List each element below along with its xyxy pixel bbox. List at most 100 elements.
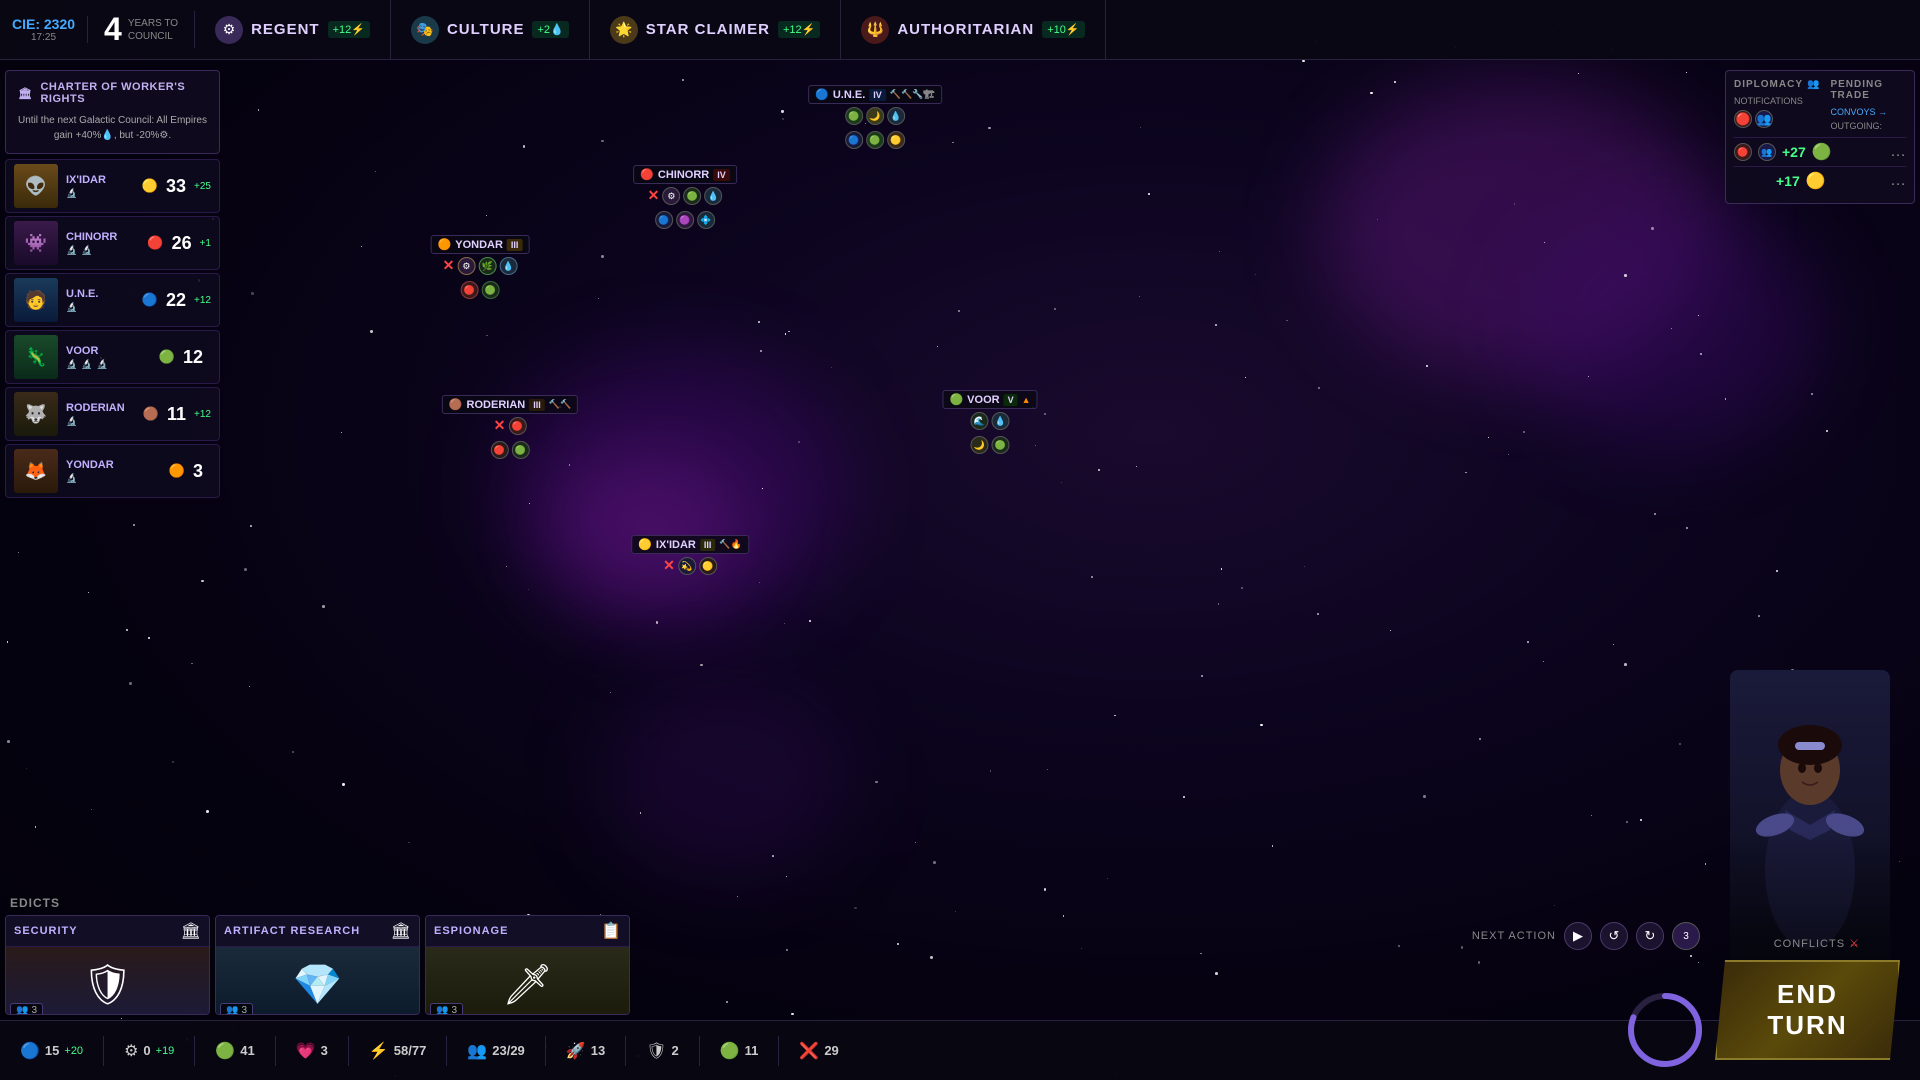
voor-map-label[interactable]: 🟢 VOOR V ▲ 🌊 💧 🌙 🟢 xyxy=(942,390,1037,454)
une-avatar: 🧑 xyxy=(14,278,58,322)
chinorr-map-label[interactable]: 🔴 CHINORR IV ✕ ⚙ 🟢 💧 🔵 🟣 💠 xyxy=(616,165,754,229)
trade-icon: 🟢 xyxy=(720,1041,740,1061)
espionage-img-icon: 🗡 xyxy=(502,961,553,1008)
pending-trade-title: PENDING TRADE xyxy=(1830,79,1906,101)
empire-row-roderian[interactable]: 🐺 RODERIAN 🔬 🟤 11 +12 xyxy=(5,387,220,441)
ixidar-score: 33 xyxy=(166,176,186,197)
security-title: SECURITY xyxy=(14,925,78,937)
next-action-bar: NEXT ACTION ▶ ↺ ↻ 3 xyxy=(1472,922,1700,950)
yondar-name: YONDAR xyxy=(66,459,161,471)
next-action-navigate-btn[interactable]: ▶ xyxy=(1564,922,1592,950)
artifact-title: ARTIFACT RESEARCH xyxy=(224,925,360,937)
stat-shields: 🛡 2 xyxy=(646,1041,679,1061)
stat-trade: 🟢 11 xyxy=(720,1041,759,1061)
yondar-score: 3 xyxy=(193,461,203,482)
espionage-card-header: ESPIONAGE 📋 xyxy=(426,916,629,947)
tab-authoritarian[interactable]: 🔱 AUTHORITARIAN +10⚡ xyxy=(841,0,1105,59)
pending-trade-link[interactable]: CONVOYS → xyxy=(1830,107,1906,117)
ixidar-sub: 🔬 xyxy=(66,188,134,199)
une-map-label[interactable]: 🔵 U.N.E. IV 🔨🔨🔧🏗 🟢 🌙 💧 🔵 🟢 🟡 xyxy=(808,85,942,149)
chinorr-map-name: CHINORR xyxy=(658,169,709,181)
roderian-sub: 🔬 xyxy=(66,416,135,427)
stat-sep-2 xyxy=(194,1036,195,1066)
stat-energy: ⚡ 58/77 xyxy=(369,1041,426,1061)
chinorr-map-level: IV xyxy=(713,169,730,181)
chinorr-avatar: 👾 xyxy=(14,221,58,265)
right-panel: DIPLOMACY 👥 NOTIFICATIONS 🔴 👥 PENDING TR… xyxy=(1720,65,1920,209)
yondar-map-label[interactable]: 🟠 YONDAR III ✕ ⚙ 🌿 💧 🔴 🟢 xyxy=(422,235,539,299)
star-claimer-bonus: +12⚡ xyxy=(778,21,820,38)
ixidar-map-icon: 🟡 xyxy=(638,538,652,551)
star-claimer-icon: 🌟 xyxy=(610,16,638,44)
charter-icon: 🏛 xyxy=(18,87,32,100)
blue-resource-val: 15 xyxy=(45,1043,59,1058)
une-map-name: U.N.E. xyxy=(833,89,865,101)
chinorr-name: CHINORR xyxy=(66,231,139,243)
diplomacy-icon-1[interactable]: 🔴 xyxy=(1734,110,1752,128)
empire-row-chinorr[interactable]: 👾 CHINORR 🔬🔬 🔴 26 +1 xyxy=(5,216,220,270)
ixidar-name: IX'IDAR xyxy=(66,174,134,186)
next-action-extra-btn[interactable]: ↻ xyxy=(1636,922,1664,950)
une-bonus: +12 xyxy=(194,295,211,306)
voor-map-level: V xyxy=(1004,394,1018,406)
security-img-icon: 🛡 xyxy=(82,961,133,1008)
next-action-refresh-btn[interactable]: ↺ xyxy=(1600,922,1628,950)
roderian-map-label[interactable]: 🟤 RODERIAN III 🔨🔨 ✕ 🔴 🔴 🟢 xyxy=(442,395,578,459)
nebula-3 xyxy=(500,350,850,630)
espionage-card[interactable]: ESPIONAGE 📋 🗡 👥 3 xyxy=(425,915,630,1015)
yondar-sub: 🔬 xyxy=(66,473,161,484)
turn-number: 4 xyxy=(104,11,122,48)
end-turn-button[interactable]: ENDTURN xyxy=(1715,960,1900,1060)
trade-expand-2[interactable]: … xyxy=(1890,172,1906,190)
yondar-map-name: YONDAR xyxy=(455,239,503,251)
empire-row-yondar[interactable]: 🦊 YONDAR 🔬 🟠 3 xyxy=(5,444,220,498)
empire-row-voor[interactable]: 🦎 VOOR 🔬🔬🔬 🟢 12 xyxy=(5,330,220,384)
une-map-icon: 🔵 xyxy=(815,88,829,101)
trade-row-1[interactable]: 🔴 👥 +27 🟢 … xyxy=(1734,137,1906,166)
voor-map-actions: 🌊 💧 🌙 🟢 xyxy=(949,412,1030,454)
artifact-image: 💎 👥 3 xyxy=(216,947,419,1015)
culture-icon: 🎭 xyxy=(411,16,439,44)
tab-regent[interactable]: ⚙ REGENT +12⚡ xyxy=(195,0,391,59)
conflicts-label: CONFLICTS ⚔ xyxy=(1774,937,1860,950)
charter-card[interactable]: 🏛 CHARTER OF WORKER'S RIGHTS Until the n… xyxy=(5,70,220,154)
espionage-badge: 👥 3 xyxy=(430,1003,463,1015)
stat-population: 👥 23/29 xyxy=(467,1041,524,1061)
stat-sep-3 xyxy=(275,1036,276,1066)
une-score: 22 xyxy=(166,290,186,311)
ships-icon: 🚀 xyxy=(566,1041,586,1061)
chinorr-resource-icon: 🔴 xyxy=(147,235,163,251)
star-claimer-tab-label: STAR CLAIMER xyxy=(646,21,770,38)
authoritarian-bonus: +10⚡ xyxy=(1042,21,1084,38)
espionage-header-icon: 📋 xyxy=(601,921,621,941)
tab-star-claimer[interactable]: 🌟 STAR CLAIMER +12⚡ xyxy=(590,0,842,59)
charter-title: 🏛 CHARTER OF WORKER'S RIGHTS xyxy=(18,81,207,105)
authoritarian-icon: 🔱 xyxy=(861,16,889,44)
shields-icon: 🛡 xyxy=(646,1041,666,1061)
roderian-map-icon: 🟤 xyxy=(449,398,463,411)
charter-body: Until the next Galactic Council: All Emp… xyxy=(18,113,207,143)
empire-row-ixidar[interactable]: 👽 IX'IDAR 🔬 🟡 33 +25 xyxy=(5,159,220,213)
stat-influence: 💗 3 xyxy=(296,1041,328,1061)
security-card[interactable]: SECURITY 🏛 🛡 👥 3 xyxy=(5,915,210,1015)
regent-tab-label: REGENT xyxy=(251,21,320,38)
gear-resource-val: 0 xyxy=(143,1043,150,1058)
stat-sep-1 xyxy=(103,1036,104,1066)
trade-row-2[interactable]: +17 🟡 … xyxy=(1734,166,1906,195)
chinorr-bonus: +1 xyxy=(200,238,211,249)
security-badge: 👥 3 xyxy=(10,1003,43,1015)
empire-row-une[interactable]: 🧑 U.N.E. 🔬 🔵 22 +12 xyxy=(5,273,220,327)
conflicts-stat-val: 29 xyxy=(824,1043,838,1058)
cie-time: 17:25 xyxy=(31,32,56,43)
artifact-badge: 👥 3 xyxy=(220,1003,253,1015)
population-icon: 👥 xyxy=(467,1041,487,1061)
artifact-research-card[interactable]: ARTIFACT RESEARCH 🏛 💎 👥 3 xyxy=(215,915,420,1015)
trade-player-icon-1: 👥 xyxy=(1758,143,1776,161)
left-sidebar: 🏛 CHARTER OF WORKER'S RIGHTS Until the n… xyxy=(0,65,225,501)
espionage-image: 🗡 👥 3 xyxy=(426,947,629,1015)
trade-expand-1[interactable]: … xyxy=(1890,143,1906,161)
une-resource-icon: 🔵 xyxy=(142,292,158,308)
diplomacy-icon-2[interactable]: 👥 xyxy=(1755,110,1773,128)
tab-culture[interactable]: 🎭 CULTURE +2💧 xyxy=(391,0,590,59)
ixidar-map-label[interactable]: 🟡 IX'IDAR III 🔨🔥 ✕ 💫 🟡 xyxy=(631,535,749,575)
